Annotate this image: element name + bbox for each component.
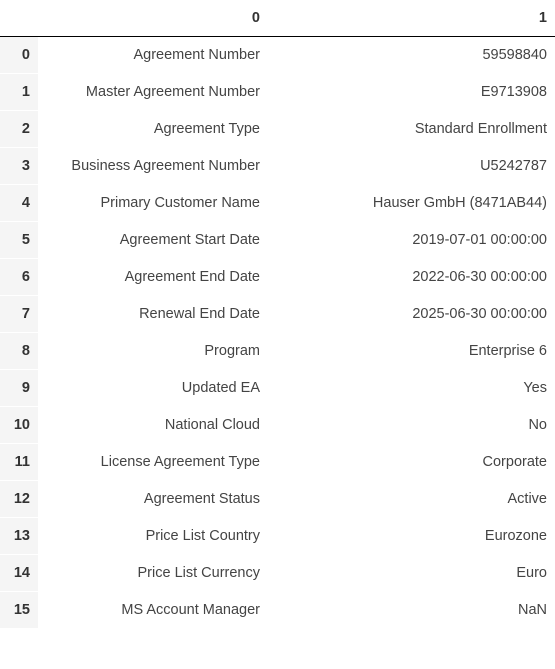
row-label: MS Account Manager — [38, 592, 268, 629]
data-table: 0 1 0 Agreement Number 59598840 1 Master… — [0, 0, 555, 629]
row-label: License Agreement Type — [38, 444, 268, 481]
row-label: Agreement Start Date — [38, 222, 268, 259]
table-row: 7 Renewal End Date 2025-06-30 00:00:00 — [0, 296, 555, 333]
row-value: Eurozone — [268, 518, 555, 555]
row-index: 10 — [0, 407, 38, 444]
row-index: 3 — [0, 148, 38, 185]
row-index: 13 — [0, 518, 38, 555]
row-value: E9713908 — [268, 74, 555, 111]
table-row: 8 Program Enterprise 6 — [0, 333, 555, 370]
table-row: 1 Master Agreement Number E9713908 — [0, 74, 555, 111]
table-row: 4 Primary Customer Name Hauser GmbH (847… — [0, 185, 555, 222]
row-index: 7 — [0, 296, 38, 333]
row-value: No — [268, 407, 555, 444]
row-index: 6 — [0, 259, 38, 296]
table-row: 9 Updated EA Yes — [0, 370, 555, 407]
table-row: 11 License Agreement Type Corporate — [0, 444, 555, 481]
row-index: 14 — [0, 555, 38, 592]
row-value: Corporate — [268, 444, 555, 481]
row-index: 5 — [0, 222, 38, 259]
table-row: 15 MS Account Manager NaN — [0, 592, 555, 629]
header-col-1: 1 — [268, 0, 555, 37]
row-label: Price List Country — [38, 518, 268, 555]
row-value: Euro — [268, 555, 555, 592]
table-row: 0 Agreement Number 59598840 — [0, 37, 555, 74]
row-index: 9 — [0, 370, 38, 407]
table-row: 2 Agreement Type Standard Enrollment — [0, 111, 555, 148]
row-value: Enterprise 6 — [268, 333, 555, 370]
row-label: National Cloud — [38, 407, 268, 444]
table-row: 12 Agreement Status Active — [0, 481, 555, 518]
row-label: Master Agreement Number — [38, 74, 268, 111]
row-label: Renewal End Date — [38, 296, 268, 333]
table-row: 10 National Cloud No — [0, 407, 555, 444]
table-row: 14 Price List Currency Euro — [0, 555, 555, 592]
row-value: U5242787 — [268, 148, 555, 185]
row-label: Program — [38, 333, 268, 370]
header-col-0: 0 — [38, 0, 268, 37]
table-row: 3 Business Agreement Number U5242787 — [0, 148, 555, 185]
row-label: Primary Customer Name — [38, 185, 268, 222]
row-value: NaN — [268, 592, 555, 629]
row-value: 59598840 — [268, 37, 555, 74]
row-label: Agreement Type — [38, 111, 268, 148]
row-label: Agreement Number — [38, 37, 268, 74]
table-row: 5 Agreement Start Date 2019-07-01 00:00:… — [0, 222, 555, 259]
row-label: Business Agreement Number — [38, 148, 268, 185]
row-index: 0 — [0, 37, 38, 74]
table-row: 13 Price List Country Eurozone — [0, 518, 555, 555]
row-index: 11 — [0, 444, 38, 481]
table-row: 6 Agreement End Date 2022-06-30 00:00:00 — [0, 259, 555, 296]
row-index: 15 — [0, 592, 38, 629]
header-row: 0 1 — [0, 0, 555, 37]
row-value: 2022-06-30 00:00:00 — [268, 259, 555, 296]
row-label: Price List Currency — [38, 555, 268, 592]
row-index: 8 — [0, 333, 38, 370]
row-value: 2019-07-01 00:00:00 — [268, 222, 555, 259]
row-value: Hauser GmbH (8471AB44) — [268, 185, 555, 222]
row-value: 2025-06-30 00:00:00 — [268, 296, 555, 333]
row-label: Agreement Status — [38, 481, 268, 518]
row-index: 2 — [0, 111, 38, 148]
row-index: 1 — [0, 74, 38, 111]
row-value: Standard Enrollment — [268, 111, 555, 148]
row-index: 12 — [0, 481, 38, 518]
row-label: Updated EA — [38, 370, 268, 407]
row-value: Active — [268, 481, 555, 518]
row-value: Yes — [268, 370, 555, 407]
header-corner — [0, 0, 38, 37]
row-index: 4 — [0, 185, 38, 222]
row-label: Agreement End Date — [38, 259, 268, 296]
